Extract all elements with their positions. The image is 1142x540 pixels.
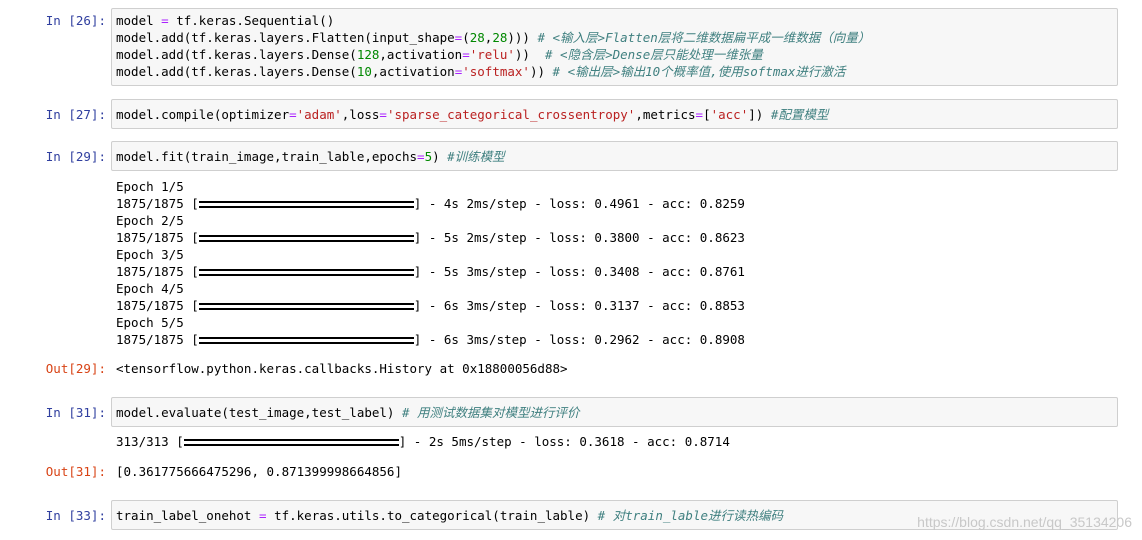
epoch-label: Epoch 4/5 — [116, 281, 184, 296]
progress-bar — [198, 235, 414, 242]
cell-result: <tensorflow.python.keras.callbacks.Histo… — [116, 360, 1116, 377]
progress-bar — [198, 201, 414, 208]
code-line: model = tf.keras.Sequential() — [116, 13, 335, 28]
code-line: model.add(tf.keras.layers.Dense(128,acti… — [116, 47, 763, 62]
result-text: [0.361775666475296, 0.871399998664856] — [116, 464, 402, 479]
input-prompt: In [26]: — [45, 13, 106, 28]
progress-bar — [198, 269, 414, 276]
output-prompt: Out[29]: — [45, 361, 106, 376]
input-prompt: In [33]: — [45, 508, 106, 523]
cell-stdout: 313/313 [] - 2s 5ms/step - loss: 0.3618 … — [116, 433, 1116, 450]
progress-line: 1875/1875 [] - 6s 3ms/step - loss: 0.296… — [116, 332, 745, 347]
progress-line: 1875/1875 [] - 4s 2ms/step - loss: 0.496… — [116, 196, 745, 211]
cell-result: [0.361775666475296, 0.871399998664856] — [116, 463, 1116, 480]
watermark: https://blog.csdn.net/qq_35134206 — [917, 514, 1132, 530]
output-prompt: Out[31]: — [45, 464, 106, 479]
cell-stdout: Epoch 1/5 1875/1875 [] - 4s 2ms/step - l… — [116, 178, 1116, 348]
code-line: model.add(tf.keras.layers.Dense(10,activ… — [116, 64, 846, 79]
result-text: <tensorflow.python.keras.callbacks.Histo… — [116, 361, 568, 376]
epoch-label: Epoch 2/5 — [116, 213, 184, 228]
epoch-label: Epoch 1/5 — [116, 179, 184, 194]
progress-bar — [198, 303, 414, 310]
input-prompt: In [29]: — [45, 149, 106, 164]
input-prompt: In [27]: — [45, 107, 106, 122]
epoch-label: Epoch 5/5 — [116, 315, 184, 330]
epoch-label: Epoch 3/5 — [116, 247, 184, 262]
progress-line: 1875/1875 [] - 6s 3ms/step - loss: 0.313… — [116, 298, 745, 313]
input-prompt: In [31]: — [45, 405, 106, 420]
code-input-area[interactable]: model = tf.keras.Sequential() model.add(… — [111, 8, 1118, 86]
code-line: model.compile(optimizer='adam',loss='spa… — [116, 107, 829, 122]
progress-bar — [198, 337, 414, 344]
progress-bar — [183, 439, 399, 446]
code-line: model.fit(train_image,train_lable,epochs… — [116, 149, 505, 164]
code-line: model.add(tf.keras.layers.Flatten(input_… — [116, 30, 871, 45]
progress-line: 1875/1875 [] - 5s 3ms/step - loss: 0.340… — [116, 264, 745, 279]
code-line: model.evaluate(test_image,test_label) # … — [116, 405, 580, 420]
code-input-area[interactable]: model.compile(optimizer='adam',loss='spa… — [111, 99, 1118, 129]
code-input-area[interactable]: model.evaluate(test_image,test_label) # … — [111, 397, 1118, 427]
progress-line: 313/313 [] - 2s 5ms/step - loss: 0.3618 … — [116, 434, 730, 449]
progress-line: 1875/1875 [] - 5s 2ms/step - loss: 0.380… — [116, 230, 745, 245]
code-input-area[interactable]: model.fit(train_image,train_lable,epochs… — [111, 141, 1118, 171]
